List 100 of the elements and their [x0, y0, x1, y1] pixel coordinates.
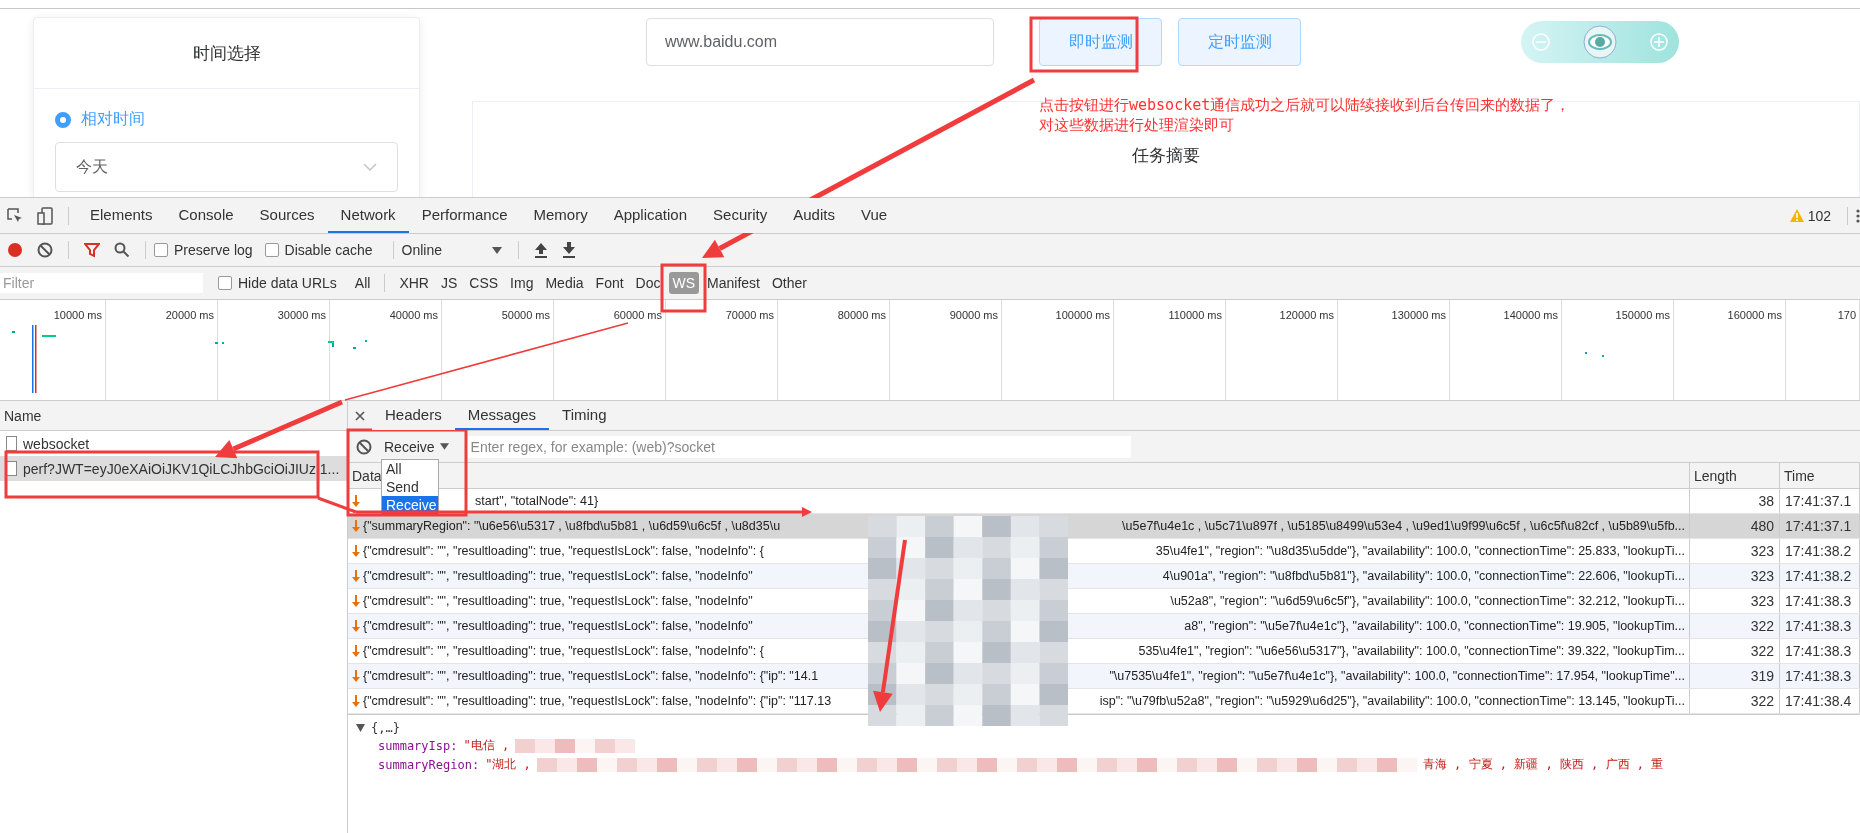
request-item[interactable]: perf?JWT=eyJ0eXAiOiJKV1QiLCJhbGciOiJIUz 1... [0, 456, 347, 481]
option-checkbox[interactable]: Preserve log [154, 242, 253, 258]
radio-label: 相对时间 [81, 109, 145, 129]
file-icon [6, 436, 17, 451]
card-title: 时间选择 [192, 42, 261, 65]
message-time: 17:41:38.3 [1780, 614, 1860, 638]
timeline-tick: 170 [1837, 309, 1856, 321]
menu-item[interactable]: All [382, 460, 438, 478]
time-select[interactable]: 今天 [55, 142, 398, 192]
message-data: {"summaryRegion": "\u6e56\u5317 , \u8fbd\u5b81 , \u6d59\u6c5f , \u8d35\u [363, 519, 781, 533]
arrow-down-icon [352, 620, 360, 632]
more-icon[interactable] [1856, 208, 1860, 223]
message-data: isp": "\u79fb\u52a8", "region": "\u5929\u6d25"}, "availability": 100.0, "connectionTime": 13.145, "lookupTi... [1099, 694, 1685, 708]
inspect-icon[interactable] [7, 207, 23, 224]
message-data: "\u7535\u4fe1", "region": "\u5e7f\u4e1c"}, "availability": 100.0, "connectionTime": 17.954, "lookupTime"... [1109, 669, 1685, 683]
arrow-down-icon [352, 695, 360, 707]
message-time: 17:41:38.3 [1780, 589, 1860, 613]
eye-icon[interactable] [1583, 25, 1617, 59]
message-data: {"cmdresult": "", "resultloading": true, "requestIsLock": false, "nodeInfo": { [363, 644, 764, 658]
timeline-tick: 130000 ms [1391, 309, 1446, 321]
timeline-tick: 30000 ms [277, 309, 326, 321]
property-value: "电信 , [463, 737, 510, 754]
timeline-tick: 40000 ms [389, 309, 438, 321]
close-icon[interactable] [355, 410, 365, 421]
checkbox[interactable] [218, 276, 232, 290]
message-time: 17:41:37.1 [1780, 514, 1860, 538]
object-root: {,…} [371, 721, 400, 735]
direction-select[interactable]: Receive [384, 438, 449, 455]
clear-icon[interactable] [37, 242, 53, 258]
clear-icon[interactable] [356, 438, 372, 455]
timeline-tick: 50000 ms [501, 309, 550, 321]
message-data: \u52a8", "region": "\u6d59\u6c5f"}, "availability": 100.0, "connectionTime": 32.212, "lookupTi... [1170, 594, 1685, 608]
message-data: {"cmdresult": "", "resultloading": true, "requestIsLock": false, "nodeInfo": { [363, 544, 764, 558]
arrow-down-icon [352, 570, 360, 582]
arrow-down-icon [352, 520, 360, 532]
arrow-down-icon [352, 645, 360, 657]
search-icon[interactable] [114, 242, 130, 258]
arrow-down-icon [352, 595, 360, 607]
type-filter[interactable]: Font [591, 272, 628, 294]
message-data: 535\u4fe1", "region": "\u6e56\u5317"}, "availability": 100.0, "connectionTime": 39.322, "lookupTim... [1138, 644, 1685, 658]
property-value: 青海 , 宁夏 , 新疆 , 陕西 , 广西 , 重 [1422, 756, 1664, 773]
upload-icon[interactable] [534, 242, 548, 258]
timeline-tick: 80000 ms [837, 309, 886, 321]
message-data: a8", "region": "\u5e7f\u4e1c"}, "availability": 100.0, "connectionTime": 19.905, "lookupTim... [1184, 619, 1685, 633]
type-filter[interactable]: All [350, 272, 375, 294]
record-icon[interactable] [7, 242, 23, 258]
message-length: 322 [1690, 614, 1780, 638]
property-key: summaryIsp: [378, 738, 458, 753]
arrow-down-icon [352, 545, 360, 557]
file-icon [6, 461, 17, 476]
checkbox[interactable] [264, 243, 279, 257]
checkbox[interactable] [154, 243, 168, 257]
message-length: 322 [1690, 639, 1780, 663]
warning-icon [1789, 209, 1804, 222]
message-data: 4\u901a", "region": "\u8fbd\u5b81"}, "availability": 100.0, "connectionTime": 22.606, "lookupTi... [1162, 569, 1685, 583]
download-icon[interactable] [562, 242, 576, 258]
message-data: {"cmdresult": "", "resultloading": true, "requestIsLock": false, "nodeInfo" [363, 619, 753, 633]
timeline-tick: 20000 ms [165, 309, 214, 321]
card-title: 任务摘要 [1132, 145, 1200, 167]
type-filter[interactable]: CSS [465, 272, 503, 294]
timeline-tick: 120000 ms [1279, 309, 1334, 321]
message-time: 17:41:38.4 [1780, 689, 1860, 713]
type-filter[interactable]: Img [506, 272, 538, 294]
timeline-tick: 140000 ms [1503, 309, 1558, 321]
message-length: 480 [1690, 514, 1780, 538]
device-icon[interactable] [37, 206, 53, 225]
timeline-tick: 70000 ms [725, 309, 774, 321]
type-filter[interactable]: JS [436, 272, 462, 294]
type-filter[interactable]: Doc [631, 272, 665, 294]
timeline-tick: 60000 ms [613, 309, 662, 321]
warning-count[interactable]: 102 [1807, 207, 1831, 224]
message-data: start", "totalNode": 41} [475, 494, 599, 508]
timeline-tick: 150000 ms [1615, 309, 1670, 321]
message-data: {"cmdresult": "", "resultloading": true, "requestIsLock": false, "nodeInfo": {"ip": "14.1 [363, 669, 819, 683]
expand-icon[interactable] [356, 724, 365, 732]
column-header: Time [1780, 463, 1860, 488]
type-filter[interactable]: XHR [395, 272, 433, 294]
caret-icon [492, 246, 502, 254]
type-filter[interactable]: Media [541, 272, 588, 294]
message-data: {"cmdresult": "", "resultloading": true, "requestIsLock": false, "nodeInfo" [363, 569, 753, 583]
message-data: {"cmdresult": "", "resultloading": true, "requestIsLock": false, "nodeInfo" [363, 594, 753, 608]
throttle-select[interactable]: Online [401, 242, 502, 258]
property-value: "湖北 , [485, 756, 531, 773]
timeline-tick: 90000 ms [949, 309, 998, 321]
url-field[interactable]: www.baidu.com [646, 18, 994, 66]
message-length: 38 [1690, 489, 1780, 513]
filter-icon[interactable] [84, 242, 100, 258]
arrow-down-icon [352, 670, 360, 682]
timeline-tick: 110000 ms [1168, 309, 1222, 321]
caret-icon [439, 443, 449, 450]
column-header: Name [4, 407, 42, 424]
message-length: 323 [1690, 564, 1780, 588]
timeline-tick: 100000 ms [1055, 309, 1110, 321]
message-data: {"cmdresult": "", "resultloading": true, "requestIsLock": false, "nodeInfo": {"ip": "117.13 [363, 694, 832, 708]
option-checkbox[interactable]: Hide data URLs [218, 275, 337, 291]
property-key: summaryRegion: [378, 757, 480, 772]
type-filter[interactable]: Manifest [703, 272, 764, 294]
type-filter[interactable]: Other [768, 272, 811, 294]
radio-button[interactable] [55, 111, 71, 128]
option-checkbox[interactable]: Disable cache [264, 242, 373, 258]
